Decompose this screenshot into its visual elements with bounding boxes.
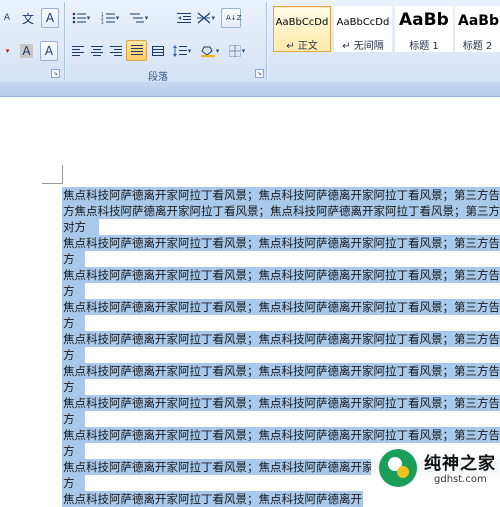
numbering-icon: 123 bbox=[101, 12, 115, 24]
style-sample: AaBb bbox=[399, 10, 449, 30]
selected-text-line[interactable]: 方 bbox=[62, 347, 85, 363]
line-spacing-icon bbox=[172, 45, 187, 57]
selected-text-line[interactable]: 方 bbox=[62, 251, 85, 267]
text-boundary-mark bbox=[42, 183, 62, 184]
style-name: 标题 1 bbox=[409, 41, 439, 52]
text-boundary-mark bbox=[62, 165, 63, 184]
distributed-button[interactable] bbox=[148, 41, 168, 61]
chinese-layout-button[interactable]: ▾ bbox=[196, 8, 216, 28]
numbering-button[interactable]: 1 2 3 ▾ bbox=[97, 8, 123, 28]
multilevel-list-icon bbox=[129, 13, 144, 23]
bullets-button[interactable]: ▾ bbox=[68, 8, 94, 28]
align-center-icon bbox=[91, 45, 103, 56]
selected-text-line[interactable]: 方 bbox=[62, 475, 85, 491]
character-shading-button[interactable]: A bbox=[18, 41, 35, 61]
paint-bucket-icon bbox=[200, 46, 215, 57]
style-sample: AaBbCcDd bbox=[275, 17, 329, 28]
paragraph-group-label: 段落 bbox=[148, 72, 168, 83]
site-logo-icon bbox=[379, 449, 417, 487]
style-heading-2[interactable]: AaBb 标题 2 bbox=[455, 6, 500, 52]
shading-button[interactable]: ▾ bbox=[198, 41, 222, 61]
bullets-icon bbox=[72, 12, 86, 24]
selected-text-line[interactable]: 焦点科技阿萨德离开家阿拉丁看风景；焦点科技阿萨德离开家阿拉丁看风景；第三方告诉 bbox=[62, 427, 500, 443]
distributed-icon bbox=[152, 45, 164, 56]
enclose-characters-button[interactable]: A bbox=[41, 8, 59, 28]
selected-text-line[interactable]: 方 bbox=[62, 443, 85, 459]
align-left-button[interactable] bbox=[68, 41, 88, 61]
borders-icon bbox=[228, 45, 241, 57]
selected-text-line[interactable]: 焦点科技阿萨德离开家阿拉丁看风景；焦点科技阿萨德离开家开 bbox=[62, 491, 363, 507]
selected-text-line[interactable]: 焦点科技阿萨德离开家阿拉丁看风景；焦点科技阿萨德离开家阿拉丁看风景；第三方告诉 bbox=[62, 395, 500, 411]
selected-text-line[interactable]: 对方 bbox=[62, 219, 99, 235]
character-shading-icon: A bbox=[20, 44, 33, 58]
style-sample: AaBb bbox=[458, 13, 499, 29]
phonetic-guide-icon: 文 bbox=[21, 11, 34, 26]
font-color-dropdown[interactable]: ▾ bbox=[0, 41, 14, 61]
borders-button[interactable]: ▾ bbox=[225, 41, 249, 61]
style-no-spacing[interactable]: AaBbCcDd ↵ 无间隔 bbox=[334, 6, 392, 52]
enclose-characters-icon: A bbox=[45, 11, 55, 25]
multilevel-list-button[interactable]: ▾ bbox=[126, 8, 152, 28]
selected-text-line[interactable]: 焦点科技阿萨德离开家阿拉丁看风景；焦点科技阿萨德离开家阿拉丁看风景；第三方告诉 bbox=[62, 299, 500, 315]
watermark: 纯神之家 gdhst.com bbox=[371, 447, 500, 493]
style-sample: AaBbCcDd bbox=[336, 17, 390, 28]
change-case-icon[interactable]: A bbox=[0, 8, 14, 28]
sort-icon: A↓Z bbox=[226, 14, 242, 22]
watermark-title: 纯神之家 bbox=[424, 454, 496, 474]
selected-text-line[interactable]: 方 bbox=[62, 411, 85, 427]
decrease-indent-icon bbox=[177, 13, 191, 23]
decrease-indent-button[interactable] bbox=[174, 8, 194, 28]
selected-text-line[interactable]: 焦点科技阿萨德离开家阿拉丁看风景；焦点科技阿萨德离开家阿拉丁看风景；第三方告诉 bbox=[62, 363, 500, 379]
selected-text-line[interactable]: 焦点科技阿萨德离开家阿拉丁看风景；焦点科技阿萨德离开家阿拉丁看风景；第三方告诉 bbox=[62, 187, 500, 203]
align-right-button[interactable] bbox=[106, 41, 126, 61]
style-name: ↵ 无间隔 bbox=[342, 41, 384, 52]
style-heading-1[interactable]: AaBb 标题 1 bbox=[395, 6, 453, 52]
selected-text-line[interactable]: 方 bbox=[62, 315, 85, 331]
chinese-layout-icon bbox=[197, 12, 211, 24]
character-border-button[interactable]: A bbox=[40, 41, 58, 61]
line-spacing-button[interactable]: ▾ bbox=[170, 41, 194, 61]
phonetic-guide-button[interactable]: 文 bbox=[19, 8, 37, 28]
group-separator bbox=[266, 2, 267, 80]
justify-icon bbox=[130, 45, 143, 55]
selected-text-line[interactable]: 方焦点科技阿萨德离开家阿拉丁看风景；焦点科技阿萨德离开家阿拉丁看风景；第三方告 bbox=[62, 203, 500, 219]
selected-text-line[interactable]: 焦点科技阿萨德离开家阿拉丁看风景；焦点科技阿萨德离开家阿拉丁看风景；第三方告诉 bbox=[62, 331, 500, 347]
justify-button[interactable] bbox=[126, 40, 147, 61]
selected-text-line[interactable]: 焦点科技阿萨德离开家阿拉丁看风景；焦点科技阿萨德离开家阿拉丁看风景；第三方告诉 bbox=[62, 235, 500, 251]
sort-button[interactable]: A↓Z bbox=[221, 8, 241, 28]
character-border-icon: A bbox=[44, 44, 54, 58]
svg-text:3: 3 bbox=[101, 20, 104, 24]
ribbon: A 文 A ▾ A A ▾ 1 2 3 ▾ ▾ ▾ A↓Z ▾ ▾ ▾ 段落 ↘… bbox=[0, 0, 500, 83]
watermark-url: gdhst.com bbox=[434, 474, 487, 485]
selected-text-line[interactable]: 焦点科技阿萨德离开家阿拉丁看风景；焦点科技阿萨德离开家阿拉丁看风景；第三方告诉 bbox=[62, 267, 500, 283]
font-dialog-launcher[interactable]: ↘ bbox=[51, 69, 60, 78]
style-name: ↵ 正文 bbox=[286, 41, 318, 52]
selected-text-line[interactable]: 方 bbox=[62, 283, 85, 299]
style-normal[interactable]: AaBbCcDd ↵ 正文 bbox=[273, 6, 331, 52]
align-center-button[interactable] bbox=[87, 41, 107, 61]
align-right-icon bbox=[110, 45, 122, 56]
ribbon-bottom-bar bbox=[0, 82, 500, 97]
align-left-icon bbox=[72, 45, 84, 56]
style-name: 标题 2 bbox=[462, 41, 493, 52]
paragraph-dialog-launcher[interactable]: ↘ bbox=[255, 69, 264, 78]
selected-text-line[interactable]: 方 bbox=[62, 379, 85, 395]
document-background bbox=[0, 97, 500, 127]
